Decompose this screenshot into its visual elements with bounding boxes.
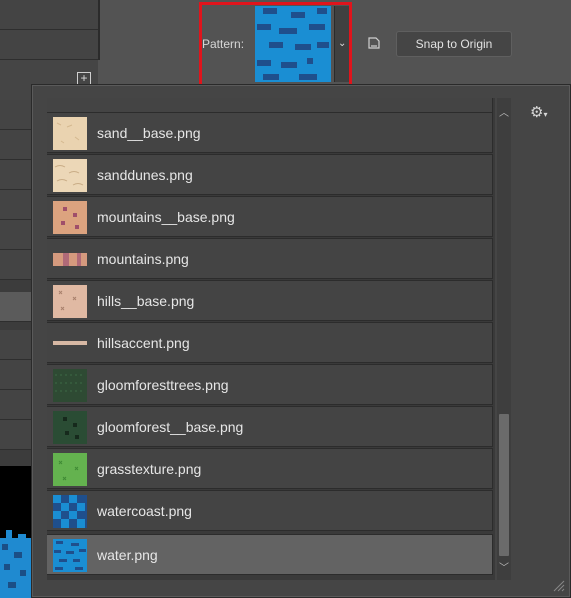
- list-item-label: gloomforesttrees.png: [97, 377, 229, 393]
- gloomforesttrees-thumbnail: [53, 369, 87, 402]
- list-item[interactable]: sand__base.png: [47, 112, 493, 153]
- list-item[interactable]: gloomforest__base.png: [47, 406, 493, 447]
- list-item-selected[interactable]: water.png: [47, 534, 493, 575]
- watercoast-thumbnail: [53, 495, 87, 528]
- chevron-up-icon[interactable]: ︿: [499, 104, 509, 119]
- list-item[interactable]: sanddunes.png: [47, 154, 493, 195]
- new-pattern-icon[interactable]: [367, 36, 381, 50]
- list-item-label: sand__base.png: [97, 125, 201, 141]
- layers-row[interactable]: [0, 30, 98, 60]
- chevron-down-icon[interactable]: ﹀: [499, 559, 509, 574]
- pattern-swatch[interactable]: [255, 6, 331, 82]
- sand-base-thumbnail: [53, 117, 87, 150]
- chevron-down-icon: ⌄: [338, 38, 347, 49]
- water-thumbnail: [53, 539, 87, 572]
- canvas-water-preview: [0, 530, 32, 598]
- mountains-thumbnail: [53, 253, 87, 266]
- pattern-list: sand__base.png sanddunes.png mountains__…: [47, 98, 495, 580]
- pattern-list-scrollbar[interactable]: ︿ ﹀: [497, 98, 511, 580]
- list-item-label: hills__base.png: [97, 293, 195, 309]
- list-item-label: gloomforest__base.png: [97, 419, 244, 435]
- list-item-label: watercoast.png: [97, 503, 192, 519]
- scrollbar-thumb[interactable]: [499, 414, 509, 556]
- panel-divider: [98, 0, 100, 60]
- layers-row[interactable]: [0, 0, 98, 30]
- mountains-base-thumbnail: [53, 201, 87, 234]
- pattern-label: Pattern:: [202, 37, 245, 51]
- resize-grip-icon[interactable]: [551, 578, 565, 592]
- sanddunes-thumbnail: [53, 159, 87, 192]
- hillsaccent-thumbnail: [53, 341, 87, 345]
- list-item[interactable]: mountains.png: [47, 238, 493, 279]
- list-item[interactable]: mountains__base.png: [47, 196, 493, 237]
- gloomforest-base-thumbnail: [53, 411, 87, 444]
- list-item-label: grasstexture.png: [97, 461, 202, 477]
- hills-base-thumbnail: [53, 285, 87, 318]
- list-item[interactable]: hills__base.png: [47, 280, 493, 321]
- snap-to-origin-button[interactable]: Snap to Origin: [396, 31, 512, 57]
- list-item-label: sanddunes.png: [97, 167, 193, 183]
- list-item-label: water.png: [97, 547, 158, 563]
- list-item[interactable]: gloomforesttrees.png: [47, 364, 493, 405]
- pattern-dropdown-button[interactable]: ⌄: [334, 6, 350, 82]
- list-item[interactable]: hillsaccent.png: [47, 322, 493, 363]
- list-item-label: mountains__base.png: [97, 209, 235, 225]
- list-item-label: mountains.png: [97, 251, 189, 267]
- grasstexture-thumbnail: [53, 453, 87, 486]
- list-item[interactable]: grasstexture.png: [47, 448, 493, 489]
- gear-icon[interactable]: ⚙▾: [530, 103, 547, 121]
- list-item[interactable]: watercoast.png: [47, 490, 493, 531]
- list-item-label: hillsaccent.png: [97, 335, 190, 351]
